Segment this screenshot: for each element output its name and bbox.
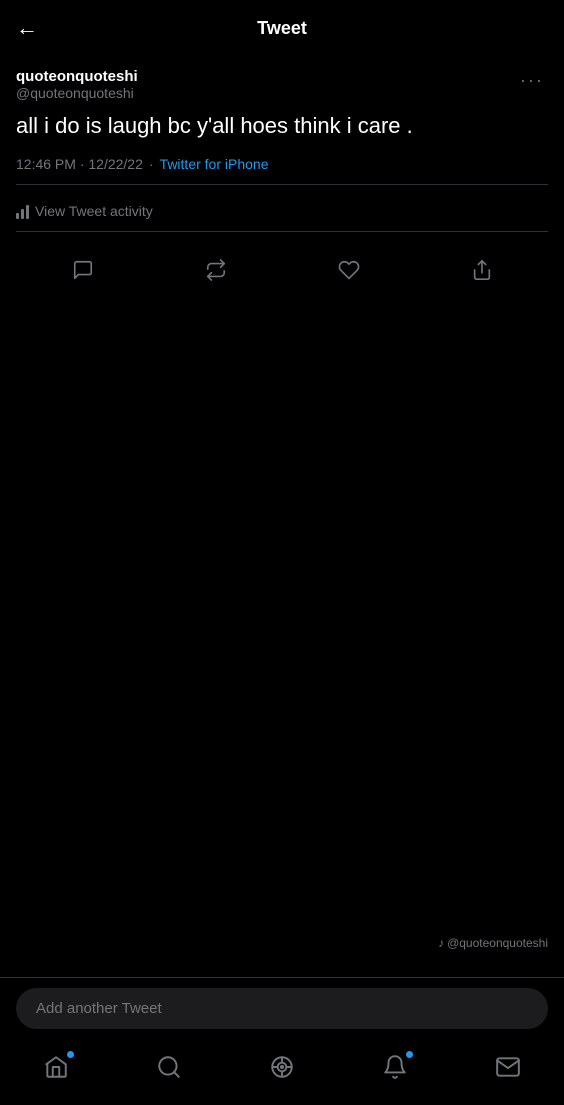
tweet-timestamp: 12:46 PM · 12/22/22 — [16, 156, 143, 172]
header: ← Tweet — [0, 0, 564, 56]
home-icon — [43, 1054, 69, 1080]
divider-bottom — [16, 231, 548, 232]
reply-icon — [72, 259, 94, 281]
tweet-source-link[interactable]: Twitter for iPhone — [160, 156, 269, 172]
action-row — [16, 242, 548, 306]
tiktok-icon: ♪ — [438, 936, 444, 950]
view-activity-label: View Tweet activity — [35, 203, 153, 219]
user-row: quoteonquoteshi @quoteonquoteshi ··· — [16, 68, 548, 101]
activity-bar-icon — [16, 203, 29, 219]
share-icon — [471, 259, 493, 281]
tiktok-handle: @quoteonquoteshi — [447, 936, 548, 950]
more-options-button[interactable]: ··· — [516, 68, 548, 93]
like-button[interactable] — [329, 250, 369, 290]
reply-button[interactable] — [63, 250, 103, 290]
tweet-container: quoteonquoteshi @quoteonquoteshi ··· all… — [0, 56, 564, 306]
notifications-dot — [406, 1051, 413, 1058]
home-notification-dot — [67, 1051, 74, 1058]
user-info: quoteonquoteshi @quoteonquoteshi — [16, 68, 138, 101]
mail-icon — [495, 1054, 521, 1080]
nav-messages-button[interactable] — [484, 1049, 532, 1085]
bottom-bar — [0, 977, 564, 1105]
share-button[interactable] — [462, 250, 502, 290]
retweet-button[interactable] — [196, 250, 236, 290]
spaces-icon — [269, 1054, 295, 1080]
user-display-name[interactable]: quoteonquoteshi — [16, 68, 138, 85]
nav-home-button[interactable] — [32, 1049, 80, 1085]
view-activity-button[interactable]: View Tweet activity — [16, 195, 548, 227]
retweet-icon — [205, 259, 227, 281]
bell-icon — [382, 1054, 408, 1080]
like-icon — [338, 259, 360, 281]
divider-top — [16, 184, 548, 185]
tiktok-watermark: ♪ @quoteonquoteshi — [438, 936, 548, 950]
back-button[interactable]: ← — [16, 15, 38, 41]
separator-dot: · — [149, 156, 154, 172]
search-icon — [156, 1054, 182, 1080]
timestamp-row: 12:46 PM · 12/22/22 · Twitter for iPhone — [16, 156, 548, 172]
user-handle[interactable]: @quoteonquoteshi — [16, 85, 138, 101]
reply-input-row — [0, 978, 564, 1039]
nav-notifications-button[interactable] — [371, 1049, 419, 1085]
nav-spaces-button[interactable] — [258, 1049, 306, 1085]
nav-search-button[interactable] — [145, 1049, 193, 1085]
page-title: Tweet — [257, 18, 307, 39]
reply-input[interactable] — [16, 988, 548, 1029]
nav-bar — [0, 1039, 564, 1105]
tweet-text: all i do is laugh bc y'all hoes think i … — [16, 111, 548, 142]
